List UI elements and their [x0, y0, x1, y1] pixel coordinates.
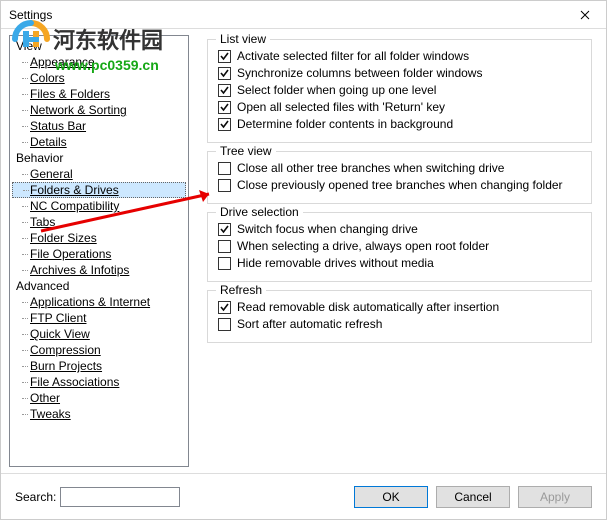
settings-group: RefreshRead removable disk automatically…: [207, 290, 592, 343]
settings-group: Drive selectionSwitch focus when changin…: [207, 212, 592, 282]
tree-item[interactable]: Burn Projects: [12, 358, 186, 374]
close-icon: [580, 10, 590, 20]
checkbox[interactable]: [218, 162, 231, 175]
checkbox-row: Synchronize columns between folder windo…: [218, 66, 581, 80]
checkbox[interactable]: [218, 118, 231, 131]
checkbox-row: Hide removable drives without media: [218, 256, 581, 270]
checkbox-row: Activate selected filter for all folder …: [218, 49, 581, 63]
tree-item[interactable]: Folders & Drives: [12, 182, 186, 198]
tree-item[interactable]: Archives & Infotips: [12, 262, 186, 278]
checkbox[interactable]: [218, 84, 231, 97]
checkbox-label[interactable]: Determine folder contents in background: [237, 117, 453, 131]
checkbox-label[interactable]: When selecting a drive, always open root…: [237, 239, 489, 253]
tree-item[interactable]: File Operations: [12, 246, 186, 262]
apply-button[interactable]: Apply: [518, 486, 592, 508]
checkbox-label[interactable]: Switch focus when changing drive: [237, 222, 418, 236]
checkbox[interactable]: [218, 240, 231, 253]
tree-panel: ViewAppearanceColorsFiles & FoldersNetwo…: [1, 29, 193, 473]
search-label: Search:: [15, 490, 56, 504]
tree-item[interactable]: Tweaks: [12, 406, 186, 422]
tree-item[interactable]: Other: [12, 390, 186, 406]
checkbox-row: Select folder when going up one level: [218, 83, 581, 97]
checkbox-row: Determine folder contents in background: [218, 117, 581, 131]
settings-panel: List view Activate selected filter for al…: [193, 29, 606, 473]
checkbox-label[interactable]: Close previously opened tree branches wh…: [237, 178, 563, 192]
tree-item[interactable]: General: [12, 166, 186, 182]
category-tree[interactable]: ViewAppearanceColorsFiles & FoldersNetwo…: [9, 35, 189, 467]
footer: Search: OK Cancel Apply: [1, 473, 606, 519]
checkbox-label[interactable]: Close all other tree branches when switc…: [237, 161, 504, 175]
checkbox-label[interactable]: Hide removable drives without media: [237, 256, 434, 270]
checkbox-row: Sort after automatic refresh: [218, 317, 581, 331]
tree-category[interactable]: Behavior: [12, 150, 186, 166]
ok-button[interactable]: OK: [354, 486, 428, 508]
checkbox[interactable]: [218, 223, 231, 236]
tree-item[interactable]: NC Compatibility: [12, 198, 186, 214]
checkbox-row: When selecting a drive, always open root…: [218, 239, 581, 253]
tree-item[interactable]: Files & Folders: [12, 86, 186, 102]
checkbox[interactable]: [218, 179, 231, 192]
content-area: ViewAppearanceColorsFiles & FoldersNetwo…: [1, 29, 606, 473]
tree-item[interactable]: FTP Client: [12, 310, 186, 326]
checkbox-row: Close previously opened tree branches wh…: [218, 178, 581, 192]
checkbox[interactable]: [218, 101, 231, 114]
group-title: List view: [216, 32, 270, 46]
checkbox-label[interactable]: Open all selected files with 'Return' ke…: [237, 100, 445, 114]
tree-item[interactable]: Applications & Internet: [12, 294, 186, 310]
close-button[interactable]: [564, 1, 606, 29]
tree-item[interactable]: Tabs: [12, 214, 186, 230]
group-title: Tree view: [216, 144, 276, 158]
checkbox-row: Switch focus when changing drive: [218, 222, 581, 236]
checkbox-label[interactable]: Synchronize columns between folder windo…: [237, 66, 482, 80]
tree-item[interactable]: File Associations: [12, 374, 186, 390]
tree-item[interactable]: Quick View: [12, 326, 186, 342]
search-input[interactable]: [60, 487, 180, 507]
group-title: Refresh: [216, 283, 266, 297]
tree-item[interactable]: Status Bar: [12, 118, 186, 134]
checkbox[interactable]: [218, 318, 231, 331]
checkbox[interactable]: [218, 50, 231, 63]
tree-category[interactable]: View: [12, 38, 186, 54]
checkbox[interactable]: [218, 301, 231, 314]
cancel-button[interactable]: Cancel: [436, 486, 510, 508]
tree-item[interactable]: Folder Sizes: [12, 230, 186, 246]
checkbox-row: Open all selected files with 'Return' ke…: [218, 100, 581, 114]
checkbox-label[interactable]: Read removable disk automatically after …: [237, 300, 499, 314]
checkbox-row: Read removable disk automatically after …: [218, 300, 581, 314]
checkbox-label[interactable]: Select folder when going up one level: [237, 83, 436, 97]
tree-item[interactable]: Compression: [12, 342, 186, 358]
tree-category[interactable]: Advanced: [12, 278, 186, 294]
settings-group: Tree viewClose all other tree branches w…: [207, 151, 592, 204]
window-title: Settings: [1, 8, 564, 22]
tree-item[interactable]: Colors: [12, 70, 186, 86]
tree-item[interactable]: Details: [12, 134, 186, 150]
checkbox[interactable]: [218, 67, 231, 80]
checkbox-row: Close all other tree branches when switc…: [218, 161, 581, 175]
checkbox-label[interactable]: Sort after automatic refresh: [237, 317, 382, 331]
group-title: Drive selection: [216, 205, 303, 219]
tree-item[interactable]: Network & Sorting: [12, 102, 186, 118]
titlebar: Settings: [1, 1, 606, 29]
checkbox-label[interactable]: Activate selected filter for all folder …: [237, 49, 469, 63]
tree-item[interactable]: Appearance: [12, 54, 186, 70]
settings-group: List viewActivate selected filter for al…: [207, 39, 592, 143]
checkbox[interactable]: [218, 257, 231, 270]
